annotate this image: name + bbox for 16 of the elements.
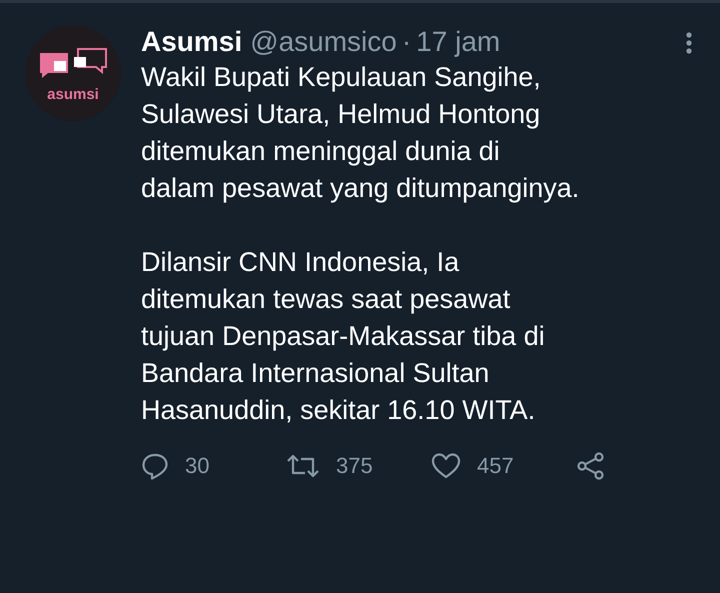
retweet-icon[interactable] <box>286 452 320 480</box>
share-icon[interactable] <box>576 451 606 481</box>
action-count: 457 <box>477 453 514 479</box>
heart-icon[interactable] <box>431 452 461 480</box>
tweet-text: Wakil Bupati Kepulauan Sangihe, Sulawesi Utara, Helmud Hontong ditemukan meninggal dunia di dalam pesawat yang ditumpanginya. <box>141 61 580 205</box>
timestamp[interactable]: 17 jam <box>416 25 500 59</box>
logo-text: asumsi <box>47 86 99 102</box>
separator: · <box>402 25 412 59</box>
speech-bubble-icon[interactable] <box>141 452 169 480</box>
tweet-text: Dilansir CNN Indonesia, Ia ditemukan tewas saat pesawat tujuan Denpasar-Makassar tiba di Bandara Internasional Sultan Hasanuddin, sekitar 16.10 WITA. <box>141 246 546 427</box>
action-count: 375 <box>336 453 373 479</box>
avatar[interactable]: asumsi <box>25 25 121 121</box>
more-options-icon[interactable] <box>685 31 693 55</box>
account-handle[interactable]: @asumsico <box>250 25 397 59</box>
account-name[interactable]: Asumsi <box>141 25 242 59</box>
action-count: 30 <box>185 453 210 479</box>
